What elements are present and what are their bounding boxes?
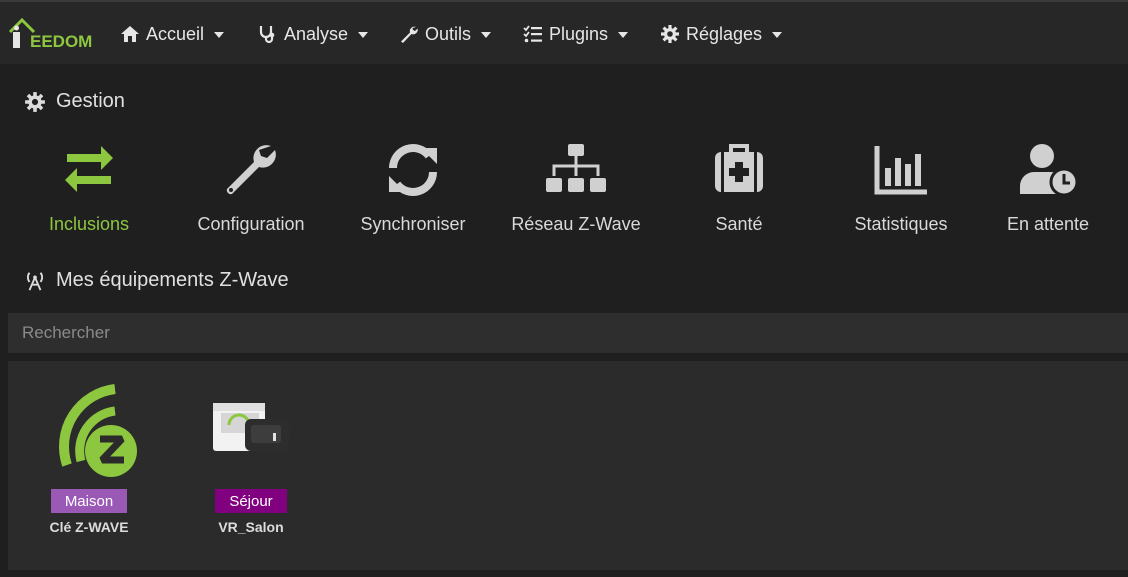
gestion-sante-label: Santé [715,214,763,234]
nav-outils-label: Outils [425,23,472,44]
gestion-configuration-label: Configuration [197,214,305,234]
nav-accueil[interactable]: Accueil [120,20,225,48]
zwave-logo [59,384,137,477]
chevron-down-icon [214,32,225,38]
wrench-icon [226,145,276,195]
stethoscope-icon [259,26,275,44]
gestion-configuration[interactable]: Configuration [171,134,331,244]
equipements-title: Mes équipements Z-Wave [24,269,289,292]
equipement-name: Clé Z-WAVE [49,519,129,535]
tasks-icon [523,25,542,43]
gestion-statistiques[interactable]: Statistiques [821,134,981,244]
nav-reglages-label: Réglages [686,23,763,44]
chevron-down-icon [481,32,492,38]
nav-accueil-label: Accueil [146,23,205,44]
equipement-name: VR_Salon [218,519,284,535]
chevron-down-icon [358,32,369,38]
wrench-icon [401,26,418,43]
gestion-inclusions-label: Inclusions [48,214,130,234]
sitemap-icon [546,144,606,192]
nav-plugins-label: Plugins [549,23,609,44]
chevron-down-icon [618,32,629,38]
sync-icon [389,144,437,196]
equipement-card-cle-zwave[interactable]: Maison Clé Z-WAVE [19,381,159,551]
gestion-synchroniser[interactable]: Synchroniser [333,134,493,244]
chevron-down-icon [772,32,783,38]
bar-chart-icon [874,146,927,195]
gestion-inclusions[interactable]: Inclusions [9,134,169,244]
user-clock-icon [1020,144,1079,197]
exchange-icon [65,146,113,192]
gestion-reseau[interactable]: Réseau Z-Wave [496,134,656,244]
equipements-title-label: Mes équipements Z-Wave [56,269,289,291]
medkit-icon [715,144,763,192]
gestion-statistiques-label: Statistiques [854,214,948,234]
gear-icon [25,91,45,112]
gestion-sante[interactable]: Santé [659,134,819,244]
jeedom-logo[interactable]: EEDOM [8,10,100,54]
home-icon [121,26,139,42]
top-navbar: EEDOM Accueil Analyse Outils Plugins Rég… [0,0,1128,64]
nav-reglages[interactable]: Réglages [660,20,783,48]
equipements-panel: Maison Clé Z-WAVE Séjour VR_Salon [8,361,1128,570]
nav-outils[interactable]: Outils [399,20,492,48]
gestion-en-attente-label: En attente [1006,214,1090,234]
room-badge: Maison [50,489,128,513]
gestion-synchroniser-label: Synchroniser [360,214,466,234]
logo-text: EEDOM [30,32,92,51]
gestion-reseau-label: Réseau Z-Wave [511,214,641,234]
nav-analyse-label: Analyse [284,23,349,44]
gestion-title-label: Gestion [56,90,125,112]
gear-icon [661,25,679,43]
broadcast-tower-icon [27,271,43,291]
equipement-card-vr-salon[interactable]: Séjour VR_Salon [181,381,321,551]
nav-analyse[interactable]: Analyse [258,20,369,48]
gestion-en-attente[interactable]: En attente [968,134,1128,244]
search-input[interactable] [8,313,1128,353]
gestion-title: Gestion [24,90,125,113]
roller-shutter-module [213,403,289,451]
room-badge: Séjour [215,489,287,513]
nav-plugins[interactable]: Plugins [523,20,629,48]
